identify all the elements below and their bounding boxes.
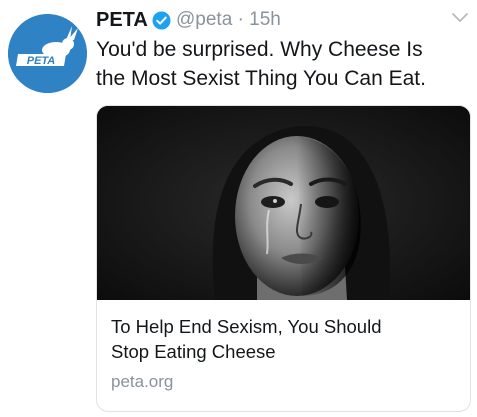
card-title-line: To Help End Sexism, You Should: [111, 316, 382, 337]
handle-and-time: @peta · 15h: [176, 7, 281, 33]
verified-badge-icon: [152, 11, 171, 30]
peta-logo: PETA: [8, 14, 87, 93]
avatar[interactable]: PETA: [8, 14, 87, 93]
tweet-text: You'd be surprised. Why Cheese Is the Mo…: [96, 35, 471, 93]
card-title-line: Stop Eating Cheese: [111, 341, 276, 362]
separator: ·: [237, 9, 244, 30]
card-title[interactable]: To Help End Sexism, You Should Stop Eati…: [111, 314, 461, 364]
author-handle[interactable]: @peta: [176, 9, 232, 30]
avatar-logo-text: PETA: [27, 55, 56, 67]
tweet-time[interactable]: 15h: [249, 9, 281, 30]
link-card[interactable]: To Help End Sexism, You Should Stop Eati…: [96, 105, 471, 412]
tweet-text-line: the Most Sexist Thing You Can Eat.: [96, 67, 426, 90]
tweet-header: PETA @peta · 15h: [96, 7, 471, 33]
card-domain: peta.org: [111, 372, 174, 391]
card-image: [97, 106, 470, 300]
author-name[interactable]: PETA: [96, 7, 148, 33]
chevron-down-icon[interactable]: [451, 11, 469, 25]
tweet-text-line: You'd be surprised. Why Cheese Is: [96, 38, 423, 61]
